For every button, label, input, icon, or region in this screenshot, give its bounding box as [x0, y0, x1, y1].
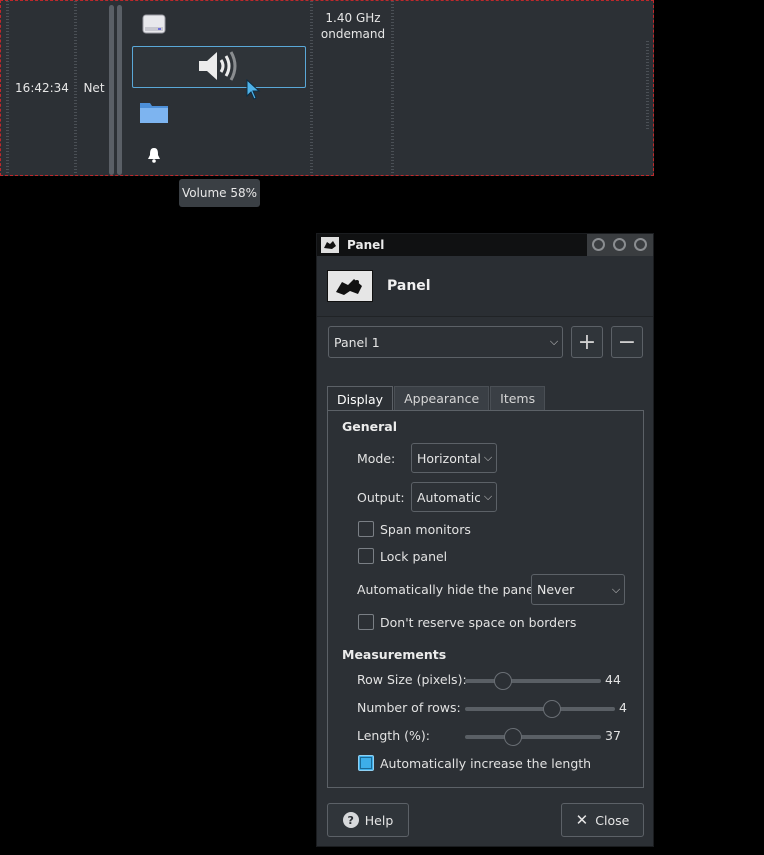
- close-button[interactable]: ✕ Close: [561, 803, 644, 837]
- tab-display[interactable]: Display: [327, 386, 394, 411]
- panel-select[interactable]: Panel 1 ⌵: [328, 326, 563, 358]
- tab-items[interactable]: Items: [490, 386, 546, 410]
- minimize-button[interactable]: [592, 238, 605, 251]
- folder-icon[interactable]: [139, 99, 169, 128]
- rows-label: Number of rows:: [357, 700, 461, 715]
- maximize-button[interactable]: [613, 238, 626, 251]
- span-monitors-checkbox[interactable]: [358, 521, 374, 537]
- volume-icon: [197, 49, 241, 86]
- rows-value: 4: [619, 700, 627, 715]
- length-slider[interactable]: [465, 728, 601, 746]
- output-select-value: Automatic: [417, 489, 480, 505]
- app-icon: [321, 237, 339, 253]
- help-button[interactable]: ? Help: [327, 803, 409, 837]
- cpu-freq-plugin[interactable]: 1.40 GHz ondemand: [315, 10, 391, 42]
- mode-select[interactable]: Horizontal ⌵: [411, 443, 497, 473]
- separator: [391, 1, 394, 175]
- rows-slider-knob[interactable]: [543, 700, 561, 718]
- window-title: Panel: [347, 238, 385, 252]
- net-plugin[interactable]: Net: [79, 1, 109, 175]
- volume-button[interactable]: [132, 46, 306, 88]
- tab-bar: Display Appearance Items: [327, 386, 546, 411]
- row-size-value: 44: [605, 672, 621, 687]
- minus-icon: −: [617, 329, 637, 355]
- general-heading: General: [342, 419, 397, 434]
- mouse-cursor-icon: [245, 78, 261, 104]
- span-monitors-label[interactable]: Span monitors: [380, 522, 471, 537]
- lock-panel-checkbox[interactable]: [358, 548, 374, 564]
- autohide-label: Automatically hide the panel:: [357, 582, 542, 597]
- panel-select-value: Panel 1: [334, 334, 380, 350]
- chevron-down-icon: ⌵: [549, 335, 559, 348]
- length-label: Length (%):: [357, 728, 430, 743]
- top-panel: 16:42:34 Net 1.40 GHz ondemand: [0, 0, 654, 176]
- output-label: Output:: [357, 490, 405, 505]
- bell-icon[interactable]: [147, 147, 161, 166]
- reserve-space-checkbox[interactable]: [358, 614, 374, 630]
- length-value: 37: [605, 728, 621, 743]
- auto-length-checkbox[interactable]: [358, 755, 374, 771]
- panel-handle[interactable]: [646, 41, 649, 131]
- auto-length-label[interactable]: Automatically increase the length: [380, 756, 591, 771]
- cpu-governor: ondemand: [320, 27, 386, 41]
- chevron-down-icon: ⌵: [483, 490, 493, 503]
- panel-handle[interactable]: [6, 1, 9, 175]
- title-bar[interactable]: Panel: [317, 234, 653, 256]
- measurements-heading: Measurements: [342, 647, 447, 662]
- separator: [117, 5, 122, 175]
- add-panel-button[interactable]: +: [571, 326, 603, 358]
- length-slider-knob[interactable]: [503, 728, 522, 746]
- row-size-slider-knob[interactable]: [494, 672, 513, 690]
- close-icon: ✕: [575, 811, 589, 829]
- cpu-frequency: 1.40 GHz: [325, 11, 381, 25]
- close-window-button[interactable]: [634, 238, 647, 251]
- mode-label: Mode:: [357, 451, 396, 466]
- help-icon: ?: [342, 812, 359, 828]
- separator: [109, 5, 114, 175]
- autohide-select[interactable]: Never ⌵: [531, 574, 625, 605]
- lock-panel-label[interactable]: Lock panel: [380, 549, 447, 564]
- clock[interactable]: 16:42:34: [11, 1, 73, 175]
- chevron-down-icon: ⌵: [611, 582, 621, 596]
- remove-panel-button[interactable]: −: [611, 326, 643, 358]
- tab-appearance[interactable]: Appearance: [394, 386, 490, 410]
- output-select[interactable]: Automatic ⌵: [411, 482, 497, 512]
- plus-icon: +: [577, 329, 597, 355]
- display-tab-panel: General Mode: Horizontal ⌵ Output: Autom…: [327, 410, 644, 788]
- mode-select-value: Horizontal: [417, 450, 480, 466]
- drive-icon[interactable]: [141, 13, 167, 38]
- row-size-slider[interactable]: [465, 672, 601, 690]
- header-title: Panel: [387, 278, 431, 294]
- chevron-down-icon: ⌵: [483, 451, 493, 464]
- row-size-label: Row Size (pixels):: [357, 672, 467, 687]
- panel-preferences-dialog: Panel Panel Panel 1 ⌵ + − Display Appear…: [316, 233, 654, 847]
- xfce-panel-icon: [327, 270, 373, 302]
- autohide-select-value: Never: [537, 582, 575, 597]
- separator: [310, 1, 313, 175]
- dialog-header: Panel: [317, 256, 653, 317]
- separator: [74, 1, 77, 175]
- reserve-space-label[interactable]: Don't reserve space on borders: [380, 615, 576, 630]
- check-mark-icon: [360, 757, 372, 769]
- volume-tooltip: Volume 58%: [179, 179, 260, 207]
- close-label: Close: [595, 812, 630, 828]
- rows-slider[interactable]: [465, 700, 615, 718]
- help-label: Help: [364, 812, 394, 828]
